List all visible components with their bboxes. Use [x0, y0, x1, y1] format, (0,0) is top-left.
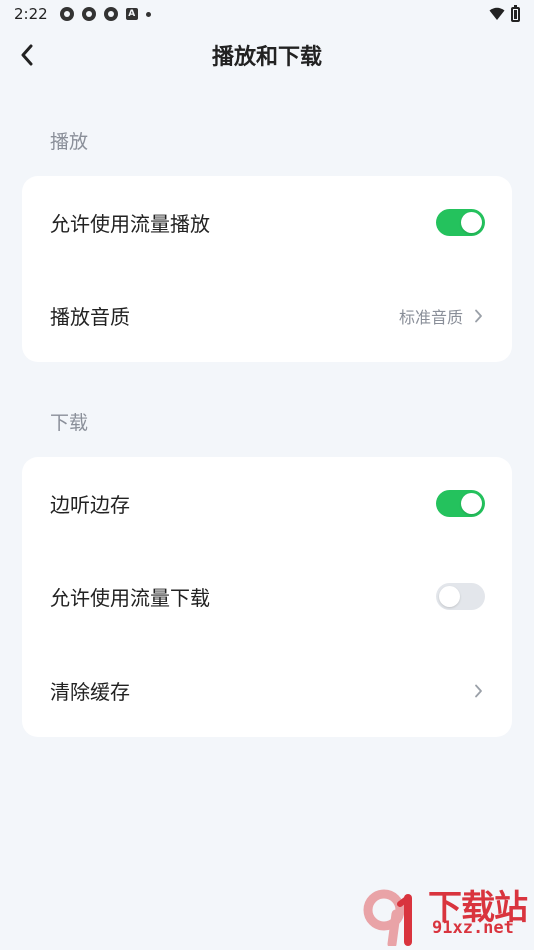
- section-label-download: 下载: [50, 412, 89, 434]
- app-notification-icon: [103, 7, 118, 21]
- watermark: 下载站 91xz.net: [362, 880, 532, 946]
- battery-icon: [511, 4, 520, 22]
- app-notification-icon: [59, 7, 74, 21]
- settings-card-download: 边听边存 允许使用流量下载 清除缓存: [22, 457, 512, 737]
- mobile-data-download-toggle[interactable]: [436, 583, 485, 610]
- cache-while-playing-toggle[interactable]: [436, 490, 485, 517]
- setting-label: 允许使用流量播放: [50, 212, 210, 236]
- setting-row-audio-quality[interactable]: 播放音质 标准音质: [22, 269, 512, 362]
- status-time: 2:22: [14, 5, 48, 23]
- toggle-knob: [439, 586, 460, 607]
- settings-card-play: 允许使用流量播放 播放音质 标准音质: [22, 176, 512, 362]
- setting-row-mobile-data-play: 允许使用流量播放: [22, 176, 512, 269]
- app-header: 播放和下载: [0, 30, 534, 80]
- wifi-icon: [489, 7, 505, 20]
- setting-label: 播放音质: [50, 305, 130, 329]
- audio-quality-value: 标准音质: [398, 307, 463, 327]
- chevron-right-icon: [471, 309, 485, 323]
- page-title: 播放和下载: [211, 45, 322, 70]
- setting-label: 允许使用流量下载: [50, 586, 210, 610]
- toggle-knob: [461, 212, 482, 233]
- back-button[interactable]: [14, 42, 40, 68]
- mobile-data-play-toggle[interactable]: [436, 209, 485, 236]
- watermark-url: 91xz.net: [432, 918, 514, 938]
- setting-label: 边听边存: [50, 493, 130, 517]
- system-icons: [489, 4, 520, 22]
- a-notification-icon: A: [125, 8, 138, 20]
- setting-row-clear-cache[interactable]: 清除缓存: [22, 644, 512, 737]
- notification-icons: A: [59, 7, 151, 21]
- section-label-play: 播放: [50, 131, 89, 153]
- chevron-left-icon: [21, 44, 33, 66]
- setting-row-mobile-data-download: 允许使用流量下载: [22, 550, 512, 643]
- chevron-right-icon: [471, 684, 485, 698]
- status-bar: 2:22 A: [0, 0, 534, 28]
- toggle-knob: [461, 493, 482, 514]
- app-notification-icon: [81, 7, 96, 21]
- setting-label: 清除缓存: [50, 680, 130, 704]
- more-notifications-dot-icon: [145, 11, 151, 17]
- watermark-logo-icon: [363, 889, 412, 946]
- setting-row-cache-while-playing: 边听边存: [22, 457, 512, 550]
